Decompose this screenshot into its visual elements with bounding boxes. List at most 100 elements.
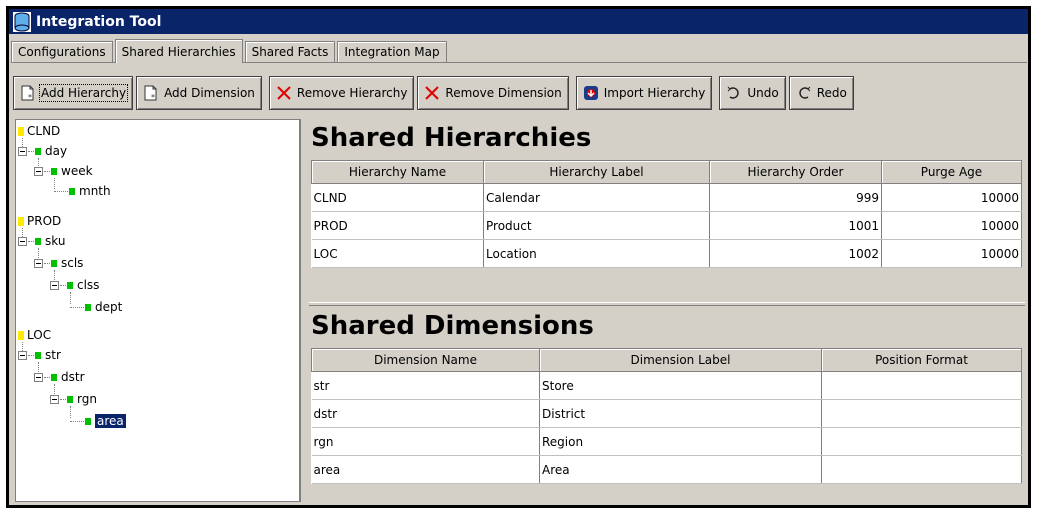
position-format-cell[interactable] [821,399,1022,428]
collapse-icon[interactable] [50,280,59,290]
hierarchy-label-cell[interactable]: Calendar [483,183,710,212]
column-header-purge-age[interactable]: Purge Age [881,160,1022,184]
table-row[interactable]: str Store [311,371,1022,400]
dimension-label-cell[interactable]: Area [539,455,822,484]
dimension-name-cell[interactable]: str [311,371,540,400]
tree-node-day[interactable]: day [18,142,67,160]
hierarchy-order-cell[interactable]: 1002 [709,239,882,268]
column-header-hierarchy-name[interactable]: Hierarchy Name [311,160,484,184]
column-header-hierarchy-label[interactable]: Hierarchy Label [483,160,710,184]
dimension-label-cell[interactable]: Store [539,371,822,400]
dimension-marker-icon [35,351,41,359]
position-format-cell[interactable] [821,371,1022,400]
table-row[interactable]: LOC Location 1002 10000 [311,239,1022,268]
dimensions-scrollbar[interactable] [311,485,1021,501]
hierarchy-name-cell[interactable]: CLND [311,183,484,212]
add-hierarchy-button[interactable]: * Add Hierarchy [13,76,134,110]
tree-node-loc[interactable]: LOC [18,326,51,344]
column-header-dimension-label[interactable]: Dimension Label [539,348,822,372]
collapse-icon[interactable] [34,166,43,176]
tree-node-dept[interactable]: dept [70,298,122,316]
svg-text:*: * [28,93,32,101]
collapse-icon[interactable] [50,394,59,404]
panel-splitter[interactable] [309,302,1025,306]
purge-age-cell[interactable]: 10000 [881,239,1022,268]
hierarchy-marker-icon [18,126,24,136]
table-row[interactable]: dstr District [311,399,1022,428]
hierarchy-name-cell[interactable]: PROD [311,211,484,240]
position-format-cell[interactable] [821,427,1022,456]
hierarchy-name-cell[interactable]: LOC [311,239,484,268]
tab-configurations[interactable]: Configurations [11,41,113,62]
tree-node-sku[interactable]: sku [18,232,65,250]
column-header-hierarchy-order[interactable]: Hierarchy Order [709,160,882,184]
tab-shared-facts[interactable]: Shared Facts [244,41,336,62]
table-row[interactable]: PROD Product 1001 10000 [311,211,1022,240]
dimension-name-cell[interactable]: dstr [311,399,540,428]
collapse-icon[interactable] [18,236,27,246]
import-hierarchy-label: Import Hierarchy [603,86,706,100]
hierarchy-label-cell[interactable]: Location [483,239,710,268]
dimension-label-cell[interactable]: District [539,399,822,428]
tree-node-prod[interactable]: PROD [18,212,61,230]
remove-x-icon [424,85,440,101]
undo-button[interactable]: Undo [719,76,786,110]
tree-node-label: str [45,348,61,362]
toolbar: * Add Hierarchy * Add Dimension Remove H… [11,70,1027,116]
dimension-label-cell[interactable]: Region [539,427,822,456]
collapse-icon[interactable] [34,258,43,268]
table-row[interactable]: CLND Calendar 999 10000 [311,183,1022,212]
tab-bar: Configurations Shared Hierarchies Shared… [11,39,449,63]
purge-age-cell[interactable]: 10000 [881,211,1022,240]
hierarchy-tree[interactable]: CLND day week mnth PROD sku scls clss de… [15,119,301,502]
tree-node-label: dept [95,300,123,314]
tree-node-scls[interactable]: scls [34,254,83,272]
hierarchies-table[interactable]: Hierarchy Name Hierarchy Label Hierarchy… [311,160,1022,268]
tree-node-label: LOC [27,328,52,342]
tree-node-rgn[interactable]: rgn [50,390,97,408]
tree-node-label: clss [77,278,100,292]
shared-hierarchies-title: Shared Hierarchies [311,123,592,153]
tab-integration-map[interactable]: Integration Map [337,41,447,62]
add-dimension-button[interactable]: * Add Dimension [136,76,262,110]
tree-node-week[interactable]: week [34,162,93,180]
tree-node-mnth[interactable]: mnth [54,182,111,200]
tree-node-area[interactable]: area [70,412,126,430]
dimension-name-cell[interactable]: area [311,455,540,484]
column-header-position-format[interactable]: Position Format [821,348,1022,372]
remove-dimension-button[interactable]: Remove Dimension [417,76,569,110]
hierarchies-scrollbar[interactable] [311,269,1021,285]
tree-node-label: mnth [79,184,111,198]
remove-hierarchy-label: Remove Hierarchy [296,86,408,100]
remove-hierarchy-button[interactable]: Remove Hierarchy [268,76,415,110]
dimension-marker-icon [35,237,41,245]
dimension-marker-icon [35,147,41,155]
redo-button[interactable]: Redo [788,76,854,110]
tree-node-label: week [61,164,93,178]
table-row[interactable]: area Area [311,455,1022,484]
undo-icon [726,85,742,101]
position-format-cell[interactable] [821,455,1022,484]
table-row[interactable]: rgn Region [311,427,1022,456]
tree-node-clss[interactable]: clss [50,276,99,294]
shared-dimensions-panel: Shared Dimensions Dimension Name Dimensi… [309,307,1025,502]
import-hierarchy-button[interactable]: Import Hierarchy [575,76,713,110]
tree-node-label: PROD [27,214,62,228]
tree-node-clnd[interactable]: CLND [18,122,60,140]
tree-node-str[interactable]: str [18,346,61,364]
column-header-dimension-name[interactable]: Dimension Name [311,348,540,372]
window-title: Integration Tool [36,13,162,30]
svg-text:*: * [151,93,155,101]
tab-shared-hierarchies[interactable]: Shared Hierarchies [114,39,243,63]
tree-node-label: dstr [61,370,85,384]
purge-age-cell[interactable]: 10000 [881,183,1022,212]
dimension-name-cell[interactable]: rgn [311,427,540,456]
hierarchy-label-cell[interactable]: Product [483,211,710,240]
collapse-icon[interactable] [18,350,27,360]
hierarchy-order-cell[interactable]: 1001 [709,211,882,240]
hierarchy-order-cell[interactable]: 999 [709,183,882,212]
collapse-icon[interactable] [18,146,27,156]
tree-node-dstr[interactable]: dstr [34,368,85,386]
collapse-icon[interactable] [34,372,43,382]
dimensions-table[interactable]: Dimension Name Dimension Label Position … [311,348,1022,484]
